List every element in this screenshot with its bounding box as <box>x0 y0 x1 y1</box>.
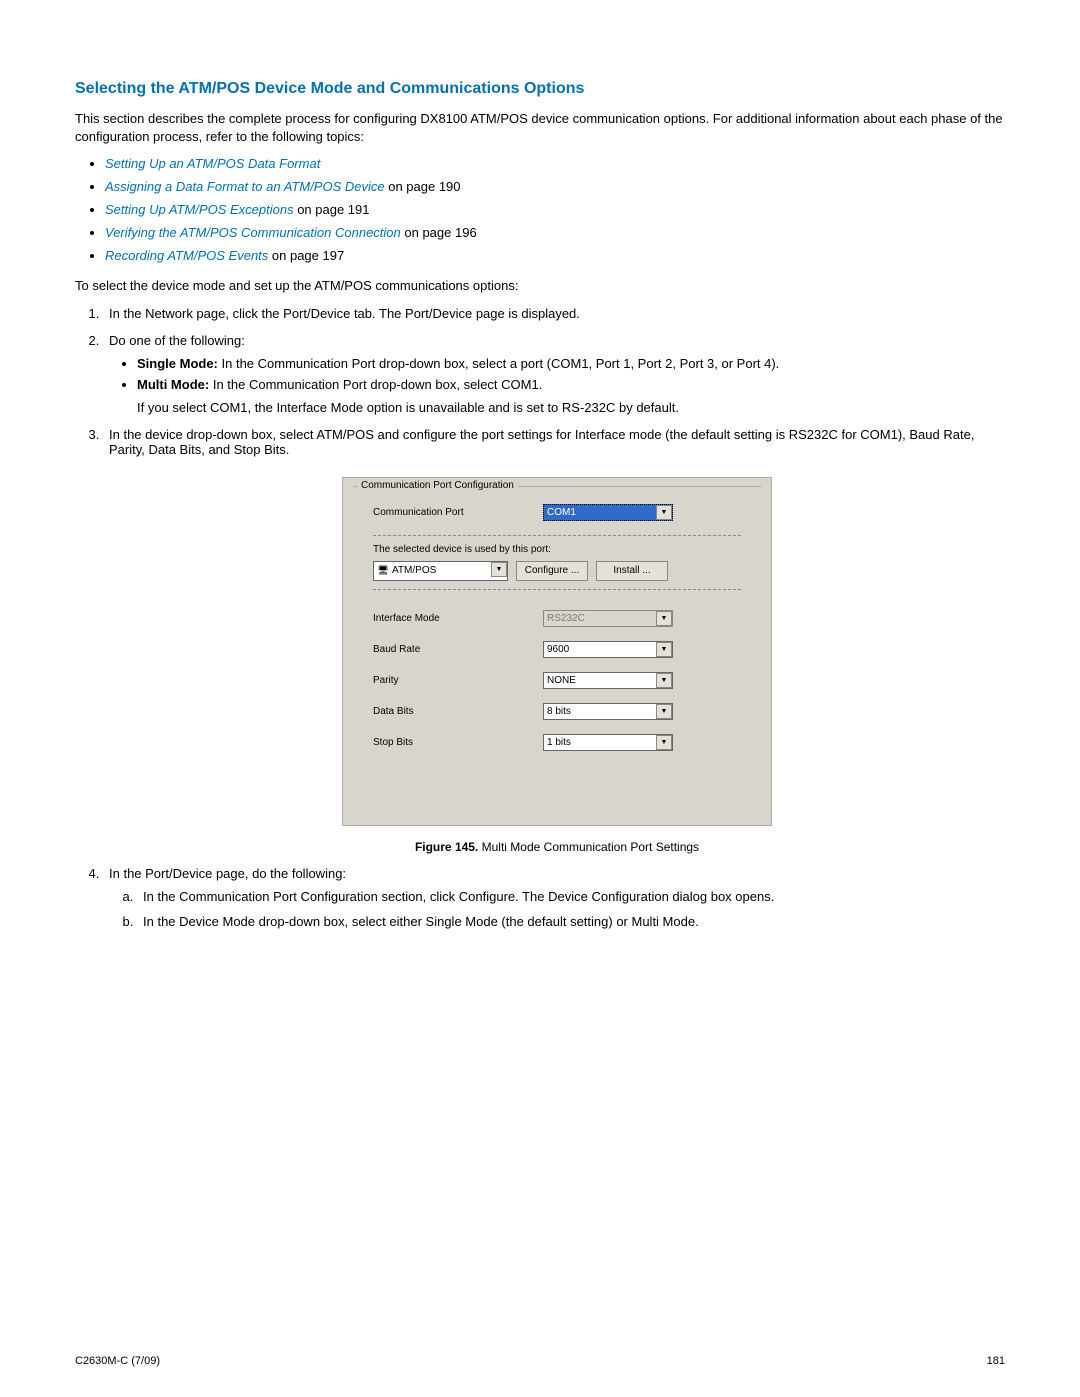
step4-sublist: In the Communication Port Configuration … <box>137 889 1005 929</box>
topic-item: Setting Up an ATM/POS Data Format <box>105 156 1005 171</box>
baud-rate-label: Baud Rate <box>355 644 543 655</box>
used-by-label: The selected device is used by this port… <box>373 544 759 555</box>
baud-rate-dropdown[interactable]: 9600 ▼ <box>543 641 673 658</box>
monitor-icon: 🖥 <box>377 565 389 577</box>
topic-link[interactable]: Recording ATM/POS Events <box>105 248 268 263</box>
page-footer: C2630M-C (7/09) 181 <box>75 1355 1005 1367</box>
parity-dropdown[interactable]: NONE ▼ <box>543 672 673 689</box>
chevron-down-icon[interactable]: ▼ <box>656 673 672 688</box>
chevron-down-icon[interactable]: ▼ <box>656 704 672 719</box>
footer-left: C2630M-C (7/09) <box>75 1355 160 1367</box>
footer-page-number: 181 <box>987 1355 1005 1367</box>
topic-link[interactable]: Verifying the ATM/POS Communication Conn… <box>105 225 401 240</box>
topic-suffix: on page 196 <box>401 225 477 240</box>
stop-bits-label: Stop Bits <box>355 737 543 748</box>
step2-note: If you select COM1, the Interface Mode o… <box>137 400 1005 415</box>
topic-item: Recording ATM/POS Events on page 197 <box>105 248 1005 263</box>
step-2: Do one of the following: Single Mode: In… <box>103 333 1005 415</box>
step4b: In the Device Mode drop-down box, select… <box>137 914 1005 929</box>
intro-paragraph: This section describes the complete proc… <box>75 110 1005 146</box>
step2-multi: Multi Mode: In the Communication Port dr… <box>137 377 1005 392</box>
step2-single: Single Mode: In the Communication Port d… <box>137 356 1005 371</box>
topic-suffix: on page 197 <box>268 248 344 263</box>
chevron-down-icon[interactable]: ▼ <box>491 562 507 577</box>
device-dropdown[interactable]: 🖥 ATM/POS ▼ <box>373 561 508 581</box>
interface-mode-label: Interface Mode <box>355 613 543 624</box>
data-bits-label: Data Bits <box>355 706 543 717</box>
steps-list: In the Network page, click the Port/Devi… <box>103 306 1005 929</box>
section-heading: Selecting the ATM/POS Device Mode and Co… <box>75 80 1005 98</box>
chevron-down-icon: ▼ <box>656 611 672 626</box>
topic-item: Setting Up ATM/POS Exceptions on page 19… <box>105 202 1005 217</box>
comm-port-config-panel: Communication Port Configuration Communi… <box>342 477 772 826</box>
topic-item: Verifying the ATM/POS Communication Conn… <box>105 225 1005 240</box>
data-bits-dropdown[interactable]: 8 bits ▼ <box>543 703 673 720</box>
chevron-down-icon[interactable]: ▼ <box>656 642 672 657</box>
topics-list: Setting Up an ATM/POS Data Format Assign… <box>105 156 1005 263</box>
parity-label: Parity <box>355 675 543 686</box>
stop-bits-dropdown[interactable]: 1 bits ▼ <box>543 734 673 751</box>
topic-item: Assigning a Data Format to an ATM/POS De… <box>105 179 1005 194</box>
group-title: Communication Port Configuration <box>357 480 518 491</box>
configure-button[interactable]: Configure ... <box>516 561 588 581</box>
topic-suffix: on page 191 <box>294 202 370 217</box>
comm-port-label: Communication Port <box>355 507 543 518</box>
step-1: In the Network page, click the Port/Devi… <box>103 306 1005 321</box>
figure-caption: Figure 145. Multi Mode Communication Por… <box>342 840 772 854</box>
lead-paragraph: To select the device mode and set up the… <box>75 277 1005 295</box>
topic-link[interactable]: Assigning a Data Format to an ATM/POS De… <box>105 179 385 194</box>
chevron-down-icon[interactable]: ▼ <box>656 505 672 520</box>
step4a: In the Communication Port Configuration … <box>137 889 1005 904</box>
step-3: In the device drop-down box, select ATM/… <box>103 427 1005 854</box>
topic-suffix: on page 190 <box>385 179 461 194</box>
step-4: In the Port/Device page, do the followin… <box>103 866 1005 929</box>
comm-port-dropdown[interactable]: COM1 ▼ <box>543 504 673 521</box>
install-button[interactable]: Install ... <box>596 561 668 581</box>
chevron-down-icon[interactable]: ▼ <box>656 735 672 750</box>
interface-mode-dropdown: RS232C ▼ <box>543 610 673 627</box>
topic-link[interactable]: Setting Up ATM/POS Exceptions <box>105 202 294 217</box>
step2-sublist: Single Mode: In the Communication Port d… <box>137 356 1005 392</box>
topic-link[interactable]: Setting Up an ATM/POS Data Format <box>105 156 320 171</box>
